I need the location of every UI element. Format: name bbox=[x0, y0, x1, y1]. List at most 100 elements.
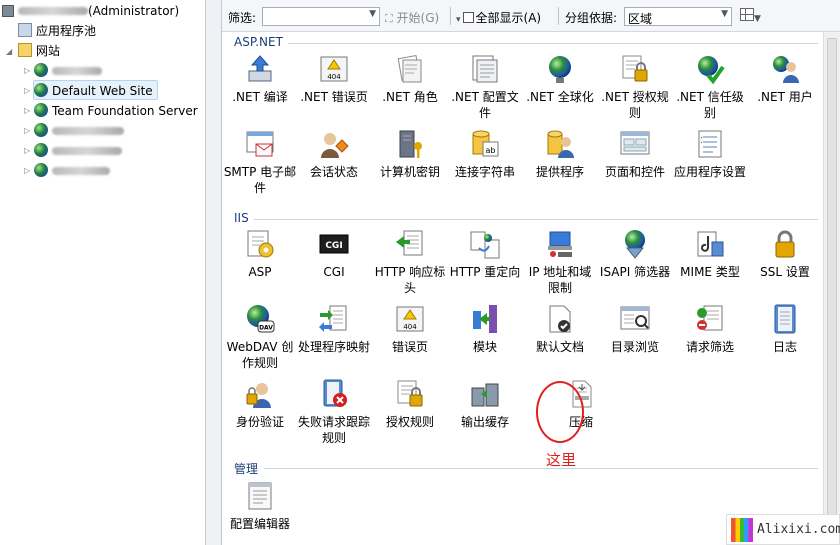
tree-site-tfs[interactable]: Team Foundation Server bbox=[34, 101, 198, 121]
tree-sites[interactable]: 网站 bbox=[18, 41, 60, 61]
feature-ip-domain-restrictions[interactable]: IP 地址和域限制 bbox=[523, 228, 597, 296]
svg-text:DAV: DAV bbox=[259, 325, 273, 332]
expand-arrow-icon[interactable]: ▷ bbox=[24, 146, 30, 155]
features-view: 筛选: ▼ ⛶ 开始(G) ▾ 全部显示(A) 分组依据: 区域 ▼ ▼ ASP.… bbox=[222, 0, 840, 545]
feature-failed-request-tracing[interactable]: 失败请求跟踪规则 bbox=[297, 378, 371, 446]
chevron-down-icon: ▼ bbox=[721, 9, 728, 19]
start-button[interactable]: ⛶ 开始(G) bbox=[385, 9, 439, 26]
feature-dotnet-trust-levels[interactable]: .NET 信任级别 bbox=[673, 53, 747, 121]
feature-dotnet-roles[interactable]: .NET 角色 bbox=[373, 53, 447, 105]
tree-site-label: Team Foundation Server bbox=[52, 104, 198, 118]
globe-icon bbox=[34, 143, 48, 157]
annotation-text: 这里 bbox=[546, 451, 577, 469]
feature-isapi-filters[interactable]: ISAPI 筛选器 bbox=[598, 228, 672, 280]
feature-handler-mappings[interactable]: 处理程序映射 bbox=[297, 303, 371, 355]
expand-arrow-icon[interactable]: ▷ bbox=[24, 106, 30, 115]
feature-asp[interactable]: ASP bbox=[223, 228, 297, 280]
configuration-editor-icon bbox=[244, 480, 276, 512]
group-by-value: 区域 bbox=[628, 12, 653, 26]
feature-request-filtering[interactable]: 请求筛选 bbox=[673, 303, 747, 355]
feature-session-state[interactable]: 会话状态 bbox=[297, 128, 371, 180]
feature-webdav-authoring-rules[interactable]: DAV WebDAV 创作规则 bbox=[223, 303, 297, 371]
feature-connection-strings[interactable]: ab 连接字符串 bbox=[448, 128, 522, 180]
tree-site-blurred-1[interactable] bbox=[34, 61, 102, 81]
tree-site-default[interactable]: Default Web Site bbox=[33, 80, 158, 100]
default-document-icon bbox=[544, 303, 576, 335]
feature-label: 日志 bbox=[772, 340, 797, 354]
scrollbar-thumb[interactable] bbox=[827, 38, 837, 538]
dotnet-roles-icon bbox=[394, 53, 426, 85]
pages-and-controls-icon bbox=[619, 128, 651, 160]
feature-label: 会话状态 bbox=[309, 165, 358, 179]
feature-label: .NET 角色 bbox=[382, 90, 438, 104]
show-all-grid-icon bbox=[462, 12, 474, 23]
chevron-down-icon: ▼ bbox=[369, 9, 376, 19]
globe-icon bbox=[34, 83, 48, 97]
expand-arrow-icon[interactable]: ▷ bbox=[24, 86, 30, 95]
feature-dotnet-compile[interactable]: .NET 编译 bbox=[223, 53, 297, 105]
tree-app-pools[interactable]: 应用程序池 bbox=[18, 21, 96, 41]
svg-text:404: 404 bbox=[403, 323, 417, 331]
panel-splitter[interactable] bbox=[206, 0, 222, 545]
blurred-site-name bbox=[52, 147, 122, 155]
authorization-rules-icon bbox=[394, 378, 426, 410]
tree-site-blurred-4[interactable] bbox=[34, 161, 110, 181]
feature-mime-types[interactable]: MIME 类型 bbox=[673, 228, 747, 280]
blurred-server-name bbox=[18, 7, 88, 15]
feature-label: MIME 类型 bbox=[680, 265, 740, 279]
session-state-icon bbox=[318, 128, 350, 160]
feature-dotnet-profile[interactable]: .NET 配置文件 bbox=[448, 53, 522, 121]
feature-label: .NET 用户 bbox=[757, 90, 813, 104]
feature-label: ISAPI 筛选器 bbox=[599, 265, 671, 279]
feature-pages-and-controls[interactable]: 页面和控件 bbox=[598, 128, 672, 180]
feature-label: 失败请求跟踪规则 bbox=[297, 415, 370, 445]
feature-application-settings[interactable]: 应用程序设置 bbox=[673, 128, 747, 180]
expand-arrow-icon[interactable]: ▷ bbox=[24, 66, 30, 75]
vertical-scrollbar[interactable] bbox=[823, 32, 840, 545]
annotation-circle bbox=[536, 381, 584, 443]
tree-site-blurred-3[interactable] bbox=[34, 141, 122, 161]
feature-dotnet-users[interactable]: .NET 用户 bbox=[748, 53, 822, 105]
filter-input[interactable]: ▼ bbox=[262, 7, 380, 26]
feature-modules[interactable]: 模块 bbox=[448, 303, 522, 355]
group-divider bbox=[288, 43, 818, 44]
tree-site-blurred-2[interactable] bbox=[34, 121, 124, 141]
feature-providers[interactable]: 提供程序 bbox=[523, 128, 597, 180]
connection-strings-icon: ab bbox=[469, 128, 501, 160]
feature-ssl-settings[interactable]: SSL 设置 bbox=[748, 228, 822, 280]
feature-error-pages[interactable]: 404 错误页 bbox=[373, 303, 447, 355]
feature-label: 提供程序 bbox=[535, 165, 584, 179]
feature-default-document[interactable]: 默认文档 bbox=[523, 303, 597, 355]
feature-dotnet-authorization-rules[interactable]: .NET 授权规则 bbox=[598, 53, 672, 121]
feature-configuration-editor[interactable]: 配置编辑器 bbox=[223, 480, 297, 532]
feature-dotnet-globalization[interactable]: .NET 全球化 bbox=[523, 53, 597, 105]
tree-app-pools-label: 应用程序池 bbox=[36, 24, 97, 38]
feature-authentication[interactable]: 身份验证 bbox=[223, 378, 297, 430]
show-all-button[interactable]: ▾ 全部显示(A) bbox=[456, 9, 541, 26]
feature-directory-browsing[interactable]: 目录浏览 bbox=[598, 303, 672, 355]
expand-arrow-icon[interactable]: ▷ bbox=[24, 166, 30, 175]
collapse-arrow-icon[interactable]: ◢ bbox=[6, 47, 12, 56]
svg-text:404: 404 bbox=[327, 73, 341, 81]
tree-server-node[interactable]: (Administrator) bbox=[2, 1, 179, 21]
ip-domain-restrictions-icon bbox=[544, 228, 576, 260]
feature-cgi[interactable]: CGI CGI bbox=[297, 228, 371, 280]
feature-label: IP 地址和域限制 bbox=[528, 265, 592, 295]
tree-site-label: Default Web Site bbox=[52, 84, 153, 98]
feature-machine-key[interactable]: 计算机密钥 bbox=[373, 128, 447, 180]
feature-output-caching[interactable]: 输出缓存 bbox=[448, 378, 522, 430]
error-pages-icon: 404 bbox=[394, 303, 426, 335]
blurred-site-name bbox=[52, 67, 102, 75]
feature-smtp-email[interactable]: SMTP 电子邮件 bbox=[223, 128, 297, 196]
feature-authorization-rules[interactable]: 授权规则 bbox=[373, 378, 447, 430]
feature-logging[interactable]: 日志 bbox=[748, 303, 822, 355]
group-by-select[interactable]: 区域 ▼ bbox=[624, 7, 732, 26]
handler-mappings-icon bbox=[318, 303, 350, 335]
application-settings-icon bbox=[694, 128, 726, 160]
view-toggle-button[interactable]: ▼ bbox=[740, 8, 761, 24]
feature-http-redirect[interactable]: HTTP 重定向 bbox=[448, 228, 522, 280]
feature-dotnet-error-pages[interactable]: 404 .NET 错误页 bbox=[297, 53, 371, 105]
watermark-logo bbox=[731, 518, 753, 542]
feature-http-response-headers[interactable]: HTTP 响应标头 bbox=[373, 228, 447, 296]
expand-arrow-icon[interactable]: ▷ bbox=[24, 126, 30, 135]
